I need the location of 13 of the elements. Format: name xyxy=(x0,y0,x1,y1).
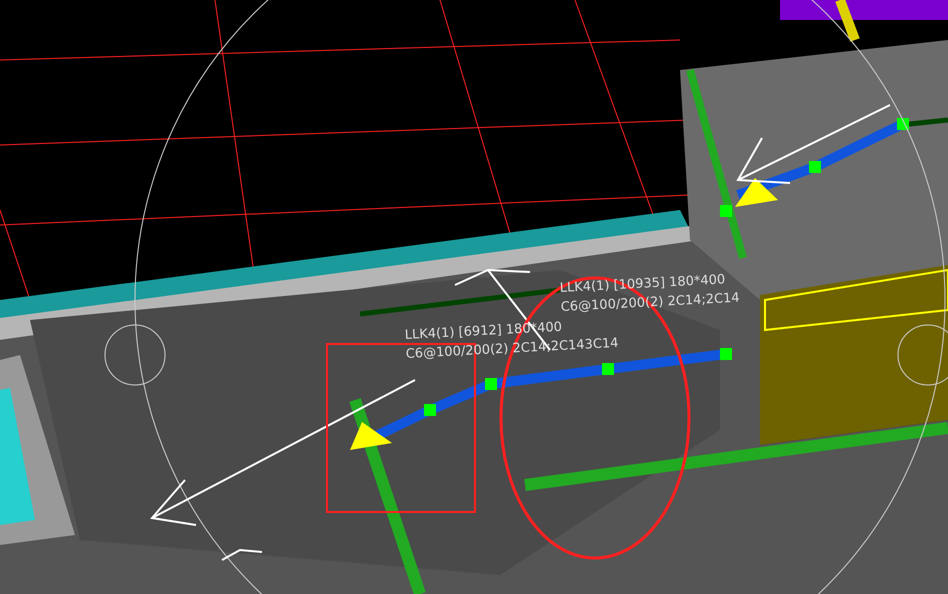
grip-point[interactable] xyxy=(485,378,497,390)
3d-model-viewport[interactable]: LLK4(1) [10935] 180*400 C6@100/200(2) 2C14;2C14 LLK4(1) [6912] 180*400 C6@100/200(2) 2C14;2C143C14 xyxy=(0,0,948,594)
grip-point[interactable] xyxy=(720,348,732,360)
triangle-marker[interactable] xyxy=(350,422,392,450)
grip-point[interactable] xyxy=(897,118,909,130)
grip-point[interactable] xyxy=(809,161,821,173)
triangle-marker[interactable] xyxy=(735,178,778,207)
orbit-handle[interactable] xyxy=(898,324,948,386)
grip-point[interactable] xyxy=(424,404,436,416)
beam-label: C6@100/200(2) 2C14;2C14 xyxy=(560,290,740,315)
grip-point[interactable] xyxy=(720,205,732,217)
grip-point[interactable] xyxy=(602,363,614,375)
orbit-handle[interactable] xyxy=(104,324,166,386)
